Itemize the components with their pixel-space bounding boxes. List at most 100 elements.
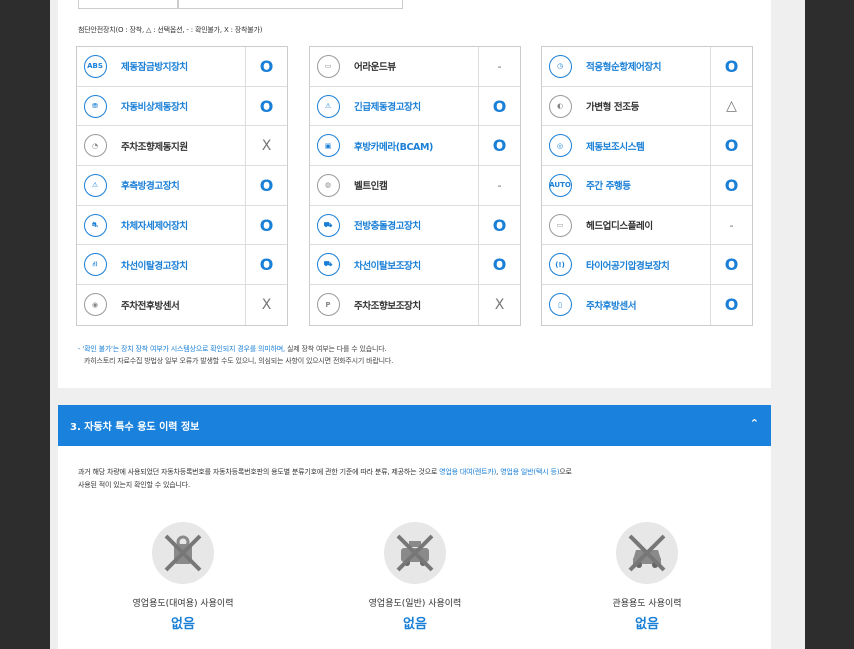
device-row: ⛙ 차선이탈경고장치 O [77, 245, 287, 286]
adaptive-cruise-icon: ◷ [548, 54, 572, 78]
device-status: O [710, 47, 752, 86]
lane-departure-icon: ⛙ [83, 253, 107, 277]
device-icon-cell: ⛃ [77, 87, 113, 126]
device-name: 적응형순항제어장치 [586, 62, 662, 74]
device-name: 후방카메라(BCAM) [354, 141, 434, 153]
device-status: O [710, 126, 752, 166]
device-status: X [245, 285, 287, 325]
taxi-icon [384, 522, 446, 584]
device-icon-cell: ⛙ [77, 245, 113, 284]
device-row: (!) 타이어공기압경보장치 O [542, 245, 752, 286]
tpms-icon: (!) [548, 253, 572, 277]
device-icon-cell: ⛐ [77, 206, 113, 245]
brake-assist-icon: ◎ [548, 134, 572, 158]
device-status: O [478, 86, 520, 126]
device-name: 주차조향보조장치 [354, 300, 421, 312]
front-parking-sensor-icon: ◉ [83, 293, 107, 317]
safety-devices-panel: 첨단안전장치(O : 장착, △ : 선택옵션, - : 확인불가, X : 장… [58, 0, 771, 388]
device-status: O [710, 166, 752, 205]
device-icon-cell: ▯ [542, 285, 578, 325]
device-status: - [478, 166, 520, 205]
device-name: 긴급제동경고장치 [354, 102, 421, 114]
device-row: ⛃ 자동비상제동장치 O [77, 86, 287, 127]
abs-icon: ABS [83, 54, 107, 78]
device-name: 주차후방센서 [586, 300, 637, 312]
chevron-up-icon[interactable]: ⌃ [750, 417, 759, 430]
left-backdrop [0, 0, 50, 649]
usage-label: 관용용도 사용이력 [612, 599, 682, 609]
device-status: O [245, 86, 287, 126]
rear-parking-sensor-icon: ▯ [548, 293, 572, 317]
parking-assist-icon: P [316, 293, 340, 317]
device-name: 제동보조시스템 [586, 141, 645, 153]
note-line-1: - '확인 불가'는 장치 장착 여부가 시스템상으로 확인되지 경우를 의미하… [78, 343, 393, 355]
device-name: 주차전후방센서 [121, 300, 180, 312]
device-name: 전방충돌경고장치 [354, 221, 421, 233]
report-page: 첨단안전장치(O : 장착, △ : 선택옵션, - : 확인불가, X : 장… [50, 0, 805, 649]
device-status: O [478, 126, 520, 166]
usage-description: 과거 해당 차량에 사용되었던 자동차등록번호를 자동차등록번호판의 용도별 분… [78, 466, 748, 492]
device-icon-cell: ◍ [310, 166, 346, 205]
device-status: O [478, 245, 520, 285]
desc-line-2: 사용된 적이 있는지 확인할 수 있습니다. [78, 481, 190, 489]
device-row: ABS 제동잠금방지장치 O [77, 47, 287, 87]
device-icon-cell: ▣ [310, 126, 346, 165]
device-icon-cell: ⛟ [310, 245, 346, 284]
parking-steer-icon: ◔ [83, 134, 107, 158]
device-icon-cell: ▭ [542, 206, 578, 245]
device-row: ▣ 후방카메라(BCAM) O [310, 126, 520, 167]
drl-icon: AUTO [548, 173, 572, 197]
government-car-icon [616, 522, 678, 584]
device-row: ⛟ 차선이탈보조장치 O [310, 245, 520, 286]
device-row: ▭ 헤드업디스플레이 - [542, 205, 752, 246]
device-icon-cell: ◐ [542, 87, 578, 126]
device-icon-cell: ABS [77, 47, 113, 86]
device-status: O [245, 205, 287, 245]
desc-rental-highlight: 영업용 대여(렌트카) [439, 468, 497, 476]
device-status: O [478, 205, 520, 245]
device-row: ⛟ 전방충돌경고장치 O [310, 205, 520, 246]
forward-collision-icon: ⛟ [316, 213, 340, 237]
lane-keeping-icon: ⛟ [316, 253, 340, 277]
device-name: 차체자세제어장치 [121, 221, 188, 233]
device-icon-cell: P [310, 285, 346, 325]
belt-reminder-icon: ◍ [316, 173, 340, 197]
device-row: ◎ 제동보조시스템 O [542, 126, 752, 167]
section-title: 3. 자동차 특수 용도 이력 정보 [70, 422, 200, 433]
device-row: ◔ 주차조향제동지원 X [77, 126, 287, 167]
legend-text: 첨단안전장치(O : 장착, △ : 선택옵션, - : 확인불가, X : 장… [78, 26, 263, 34]
safety-column-1: ABS 제동잠금방지장치 O ⛃ 자동비상제동장치 O ◔ 주차조향제동지원 X ⚠ 후측방경고장치… [76, 46, 288, 326]
device-icon-cell: ⚠ [310, 87, 346, 126]
device-name: 차선이탈보조장치 [354, 260, 421, 272]
usage-label: 영업용도(대여용) 사용이력 [132, 599, 234, 609]
device-icon-cell: ◔ [77, 126, 113, 165]
device-row: ▭ 어라운드뷰 - [310, 47, 520, 87]
device-status: - [710, 205, 752, 245]
device-icon-cell: ⚠ [77, 166, 113, 205]
device-status: O [245, 166, 287, 205]
device-name: 벨트인캠 [354, 181, 388, 193]
device-row: ◉ 주차전후방센서 X [77, 285, 287, 325]
device-icon-cell: ◉ [77, 285, 113, 325]
safety-column-2: ▭ 어라운드뷰 - ⚠ 긴급제동경고장치 O ▣ 후방카메라(BCAM) O ◍ 벨트인캠 - ⛟ 전방충… [309, 46, 521, 326]
device-name: 타이어공기압경보장치 [586, 260, 670, 272]
note-line-2: 카히스토리 자료수집 방법상 일부 오류가 발생할 수도 있으니, 의심되는 사… [84, 357, 394, 365]
device-icon-cell: (!) [542, 245, 578, 284]
device-name: 제동잠금방지장치 [121, 62, 188, 74]
around-view-icon: ▭ [316, 54, 340, 78]
device-name: 어라운드뷰 [354, 62, 396, 74]
desc-taxi-highlight: 영업용 일반(택시 등) [500, 468, 560, 476]
device-row: P 주차조향보조장치 X [310, 285, 520, 325]
usage-taxi: 영업용도(일반) 사용이력 없음 [335, 522, 495, 632]
device-icon-cell: ◎ [542, 126, 578, 165]
special-usage-section-header[interactable]: 3. 자동차 특수 용도 이력 정보 ⌃ [58, 405, 771, 446]
device-status: X [478, 285, 520, 325]
usage-value: 없음 [171, 617, 195, 632]
device-name: 차선이탈경고장치 [121, 260, 188, 272]
right-backdrop [805, 0, 854, 649]
device-status: X [245, 126, 287, 166]
device-row: ◍ 벨트인캠 - [310, 166, 520, 206]
notes: - '확인 불가'는 장치 장착 여부가 시스템상으로 확인되지 경우를 의미하… [78, 343, 393, 367]
device-icon-cell: ◷ [542, 47, 578, 86]
device-row: ⛐ 차체자세제어장치 O [77, 205, 287, 246]
